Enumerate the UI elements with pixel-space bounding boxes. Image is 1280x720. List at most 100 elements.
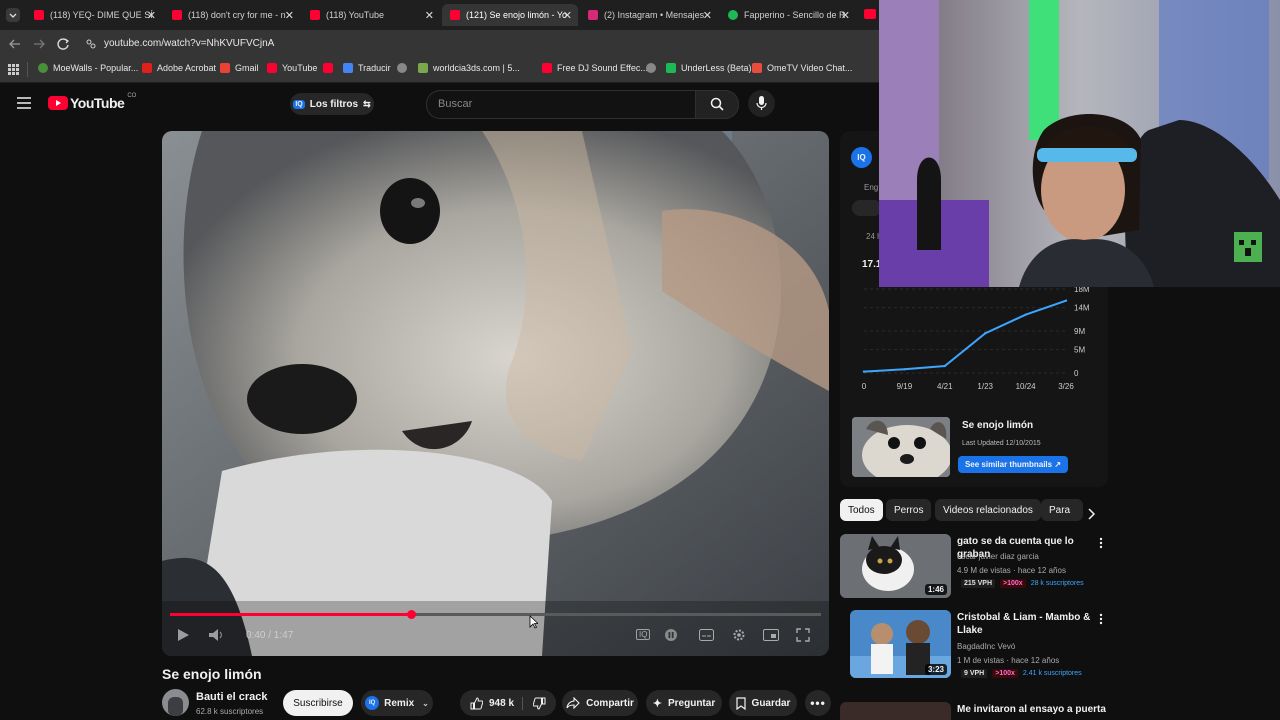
close-icon[interactable]: ✕ [563, 9, 572, 22]
thumb-title: Se enojo limón [962, 420, 1034, 431]
apps-grid-icon[interactable] [8, 64, 19, 75]
browser-tab[interactable]: (118) don't cry for me - n ✕ [164, 4, 300, 26]
progress-scrubber[interactable] [406, 610, 416, 619]
related-channel[interactable]: BagdadInc Vevó [957, 642, 1015, 651]
progress-track[interactable] [170, 610, 821, 619]
channel-avatar[interactable] [162, 689, 189, 716]
video-thumbnail[interactable] [852, 417, 950, 477]
bookmark-item[interactable]: MoeWalls - Popular... [38, 63, 138, 73]
search-input[interactable]: Buscar [426, 90, 695, 119]
youtube-logo[interactable]: YouTube CO [48, 93, 136, 111]
close-icon[interactable]: ✕ [285, 9, 294, 22]
views-data-point [903, 368, 906, 371]
worldcia-icon [418, 63, 428, 73]
like-button[interactable]: 948 k [470, 696, 524, 710]
browser-tab[interactable]: (118) YouTube ✕ [302, 4, 440, 26]
voice-search-button[interactable] [748, 90, 775, 117]
bookmark-item[interactable]: Adobe Acrobat [142, 63, 216, 73]
save-button[interactable]: Guardar [729, 690, 797, 716]
chevron-right-icon[interactable] [1086, 508, 1096, 520]
youtube-icon [542, 63, 552, 73]
search-icon [710, 97, 724, 111]
dog-thumbnail-image [852, 417, 950, 477]
subscribe-button[interactable]: Suscribirse [283, 690, 353, 716]
video-thumbnail[interactable]: 3:23 [850, 610, 951, 678]
video-thumbnail[interactable] [840, 702, 951, 720]
bookmark-item[interactable]: Gmail [220, 63, 259, 73]
adobe-acrobat-icon [142, 63, 152, 73]
bookmark-item[interactable]: YouTube [267, 63, 317, 73]
play-icon[interactable] [176, 628, 190, 642]
volume-icon[interactable] [208, 628, 226, 642]
bookmark-item[interactable]: Free DJ Sound Effec... [542, 63, 648, 73]
bookmark-item[interactable]: UnderLess (Beta) [666, 63, 752, 73]
bookmark-item[interactable]: Traducir [343, 63, 391, 73]
filters-button[interactable]: IQ Los filtros ⇆ [290, 93, 374, 115]
related-title[interactable]: Me invitaron al ensayo a puerta [957, 703, 1107, 716]
iq-badge[interactable]: IQ [851, 147, 872, 168]
fullscreen-icon[interactable] [796, 628, 810, 642]
browser-tab[interactable]: Fapperino - Sencillo de R ✕ [720, 4, 856, 26]
more-vertical-icon[interactable] [1099, 613, 1103, 625]
bookmark-item[interactable]: worldcia3ds.com | 5... [418, 63, 520, 73]
close-icon[interactable]: ✕ [703, 9, 712, 22]
related-meta: 4.9 M de vistas · hace 12 años [957, 566, 1066, 575]
video-thumbnail[interactable]: 1:46 [840, 534, 951, 598]
reload-icon[interactable] [56, 37, 70, 51]
related-video-item[interactable]: 1:46 gato se da cuenta que lo graban osc… [840, 534, 1110, 600]
chip-todos[interactable]: Todos [840, 499, 883, 521]
browser-tab[interactable]: (2) Instagram • Mensajes ✕ [580, 4, 718, 26]
video-frame-dog-image [162, 131, 829, 656]
moewalls-icon [38, 63, 48, 73]
panel-field [852, 200, 882, 216]
bookmark-item[interactable] [397, 63, 412, 73]
related-channel[interactable]: oscar javier diaz garcia [957, 552, 1039, 561]
more-vertical-icon[interactable] [1099, 537, 1103, 549]
back-arrow-icon[interactable] [8, 38, 22, 50]
share-button[interactable]: Compartir [562, 690, 638, 716]
forward-arrow-icon[interactable] [32, 38, 46, 50]
related-title[interactable]: Cristobal & Liam - Mambo & Llake [957, 611, 1097, 637]
bookmark-item[interactable]: OmeTV Video Chat... [752, 63, 852, 73]
more-actions-button[interactable]: ••• [805, 690, 831, 716]
youtube-favicon-icon[interactable] [864, 9, 876, 19]
hamburger-menu-icon[interactable] [17, 97, 31, 109]
subscriber-badge: 28 k suscriptores [1030, 580, 1084, 587]
channel-name[interactable]: Bauti el crack [196, 691, 268, 703]
close-icon[interactable]: ✕ [147, 9, 156, 22]
site-info-icon[interactable] [86, 39, 96, 49]
bookmark-item[interactable] [323, 63, 338, 73]
see-similar-thumbnails-button[interactable]: See similar thumbnails ↗ [958, 456, 1068, 473]
url-field[interactable]: youtube.com/watch?v=NhKVUFVCjnA [80, 34, 880, 54]
search-button[interactable] [695, 90, 739, 119]
subtitles-icon[interactable] [699, 629, 714, 641]
iq-player-icon[interactable]: IQ [636, 629, 651, 640]
bookmark-item[interactable] [646, 63, 661, 73]
settings-gear-icon[interactable] [732, 628, 746, 642]
x-tick-label: 1/23 [977, 382, 993, 391]
sliders-icon: ⇆ [363, 98, 371, 109]
related-video-item[interactable]: Me invitaron al ensayo a puerta [840, 700, 1110, 720]
views-data-point [984, 332, 987, 335]
related-video-item[interactable]: 3:23 Cristobal & Liam - Mambo & Llake Ba… [840, 610, 1110, 682]
chip-para[interactable]: Para [1041, 499, 1083, 521]
more-horizontal-icon: ••• [810, 696, 826, 710]
chip-perros[interactable]: Perros [886, 499, 932, 521]
ask-button[interactable]: ✦ Preguntar [646, 690, 722, 716]
thumbs-down-icon[interactable] [533, 697, 546, 710]
chip-videos-relacionados[interactable]: Videos relacionados [935, 499, 1041, 521]
close-icon[interactable]: ✕ [841, 9, 850, 22]
thumb-updated: Last Updated 12/10/2015 [962, 440, 1041, 447]
share-arrow-icon [566, 697, 580, 709]
video-player[interactable]: 0:40 / 1:47 IQ [162, 131, 829, 656]
close-icon[interactable]: ✕ [425, 9, 434, 22]
tab-search-button[interactable] [6, 8, 20, 22]
remix-button[interactable]: IQ Remix ⌄ [361, 690, 433, 716]
pause-overlay-icon[interactable] [665, 629, 677, 641]
ometv-icon [752, 63, 762, 73]
browser-tab-active[interactable]: (121) Se enojo limón - Yo ✕ [442, 4, 578, 26]
youtube-favicon-icon [34, 10, 44, 20]
gmail-icon [220, 63, 230, 73]
theater-mode-icon[interactable] [763, 629, 779, 641]
browser-tab[interactable]: (118) YEQ- DIME QUE SÍ ✕ [26, 4, 162, 26]
